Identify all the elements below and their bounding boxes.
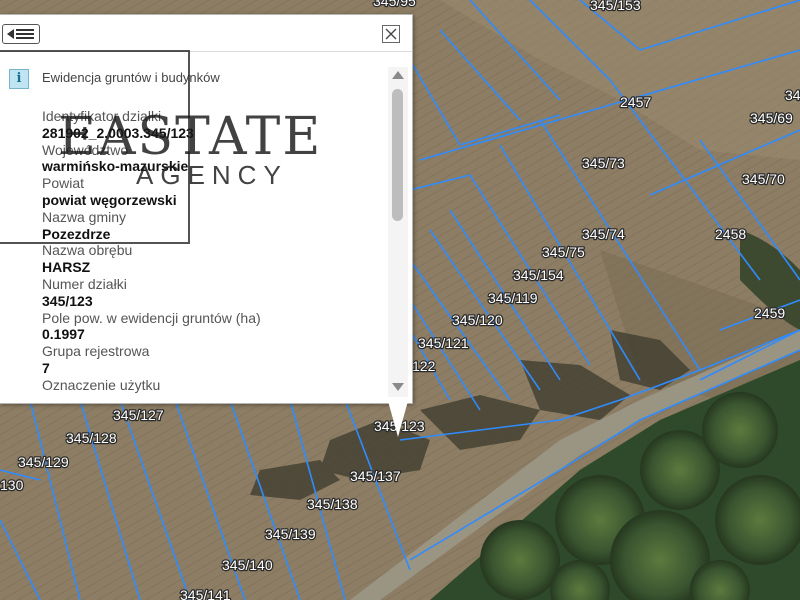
parcel-label[interactable]: 345/119	[487, 289, 539, 308]
scroll-up-arrow-icon[interactable]	[392, 71, 404, 79]
parcel-label[interactable]: 345/128	[65, 429, 118, 448]
field-value: 281902_2.0003.345/123	[42, 124, 194, 141]
field-value: 7	[42, 359, 50, 376]
scroll-thumb[interactable]	[392, 89, 403, 221]
parcel-label[interactable]: 345/74	[581, 225, 627, 244]
parcel-label[interactable]: 345/70	[741, 170, 787, 189]
field-label: Oznaczenie użytku	[42, 376, 161, 393]
parcel-label[interactable]: 345/6	[784, 86, 800, 105]
parcel-info-popup: i Ewidencja gruntów i budynków Identyfik…	[0, 14, 413, 404]
field-label: Identyfikator działki	[42, 108, 162, 124]
parcel-label[interactable]: 345/120	[451, 311, 504, 330]
scroll-down-arrow-icon[interactable]	[392, 383, 404, 391]
parcel-label[interactable]: 345/139	[264, 525, 317, 544]
field-label: Nazwa obrębu	[42, 242, 133, 259]
parcel-label[interactable]: 345/127	[112, 406, 165, 425]
back-list-icon	[7, 29, 34, 39]
field-value: 0.1997	[42, 326, 85, 343]
field-value: warmińsko-mazurskie	[42, 158, 189, 175]
field-value: Pozezdrze	[42, 225, 111, 242]
field-label: Województwo	[42, 141, 129, 158]
field-label: Pole pow. w ewidencji gruntów (ha)	[42, 309, 261, 326]
parcel-label[interactable]: 2458	[714, 225, 748, 244]
field-label: Powiat	[42, 175, 85, 192]
parcel-label[interactable]: 345/153	[589, 0, 642, 14]
close-icon	[385, 28, 397, 40]
parcel-label[interactable]: 345/69	[749, 109, 795, 128]
parcel-label[interactable]: 345/121	[417, 334, 470, 353]
field-value: powiat węgorzewski	[42, 191, 177, 208]
field-value: HARSZ	[42, 259, 91, 276]
popup-scrollbar[interactable]	[388, 67, 408, 397]
parcel-label[interactable]: 345/154	[512, 266, 565, 285]
back-list-button[interactable]	[2, 24, 40, 44]
popup-pointer	[388, 401, 408, 437]
parcel-label[interactable]: 345/138	[306, 495, 359, 514]
parcel-label[interactable]: 345/73	[581, 154, 627, 173]
parcel-attributes: Identyfikator działki 281902_2.0003.345/…	[42, 108, 382, 394]
parcel-label[interactable]: 345/129	[17, 453, 70, 472]
field-label: Nazwa gminy	[42, 208, 127, 225]
parcel-label[interactable]: 2457	[619, 93, 653, 112]
info-icon: i	[9, 69, 29, 89]
popup-title: Ewidencja gruntów i budynków	[42, 70, 220, 85]
parcel-label[interactable]: 2459	[753, 304, 787, 323]
parcel-label[interactable]: 122	[411, 357, 437, 376]
parcel-label[interactable]: 345/141	[179, 586, 232, 600]
parcel-label[interactable]: 345/75	[541, 243, 587, 262]
field-value: 345/123	[42, 292, 93, 309]
parcel-label[interactable]: 345/140	[221, 556, 274, 575]
parcel-label[interactable]: 130	[0, 476, 25, 495]
popup-header	[0, 15, 412, 52]
close-button[interactable]	[382, 25, 400, 43]
field-label: Grupa rejestrowa	[42, 343, 150, 360]
parcel-label[interactable]: 345/95	[372, 0, 418, 10]
field-label: Numer działki	[42, 275, 127, 292]
parcel-label[interactable]: 345/137	[349, 467, 402, 486]
